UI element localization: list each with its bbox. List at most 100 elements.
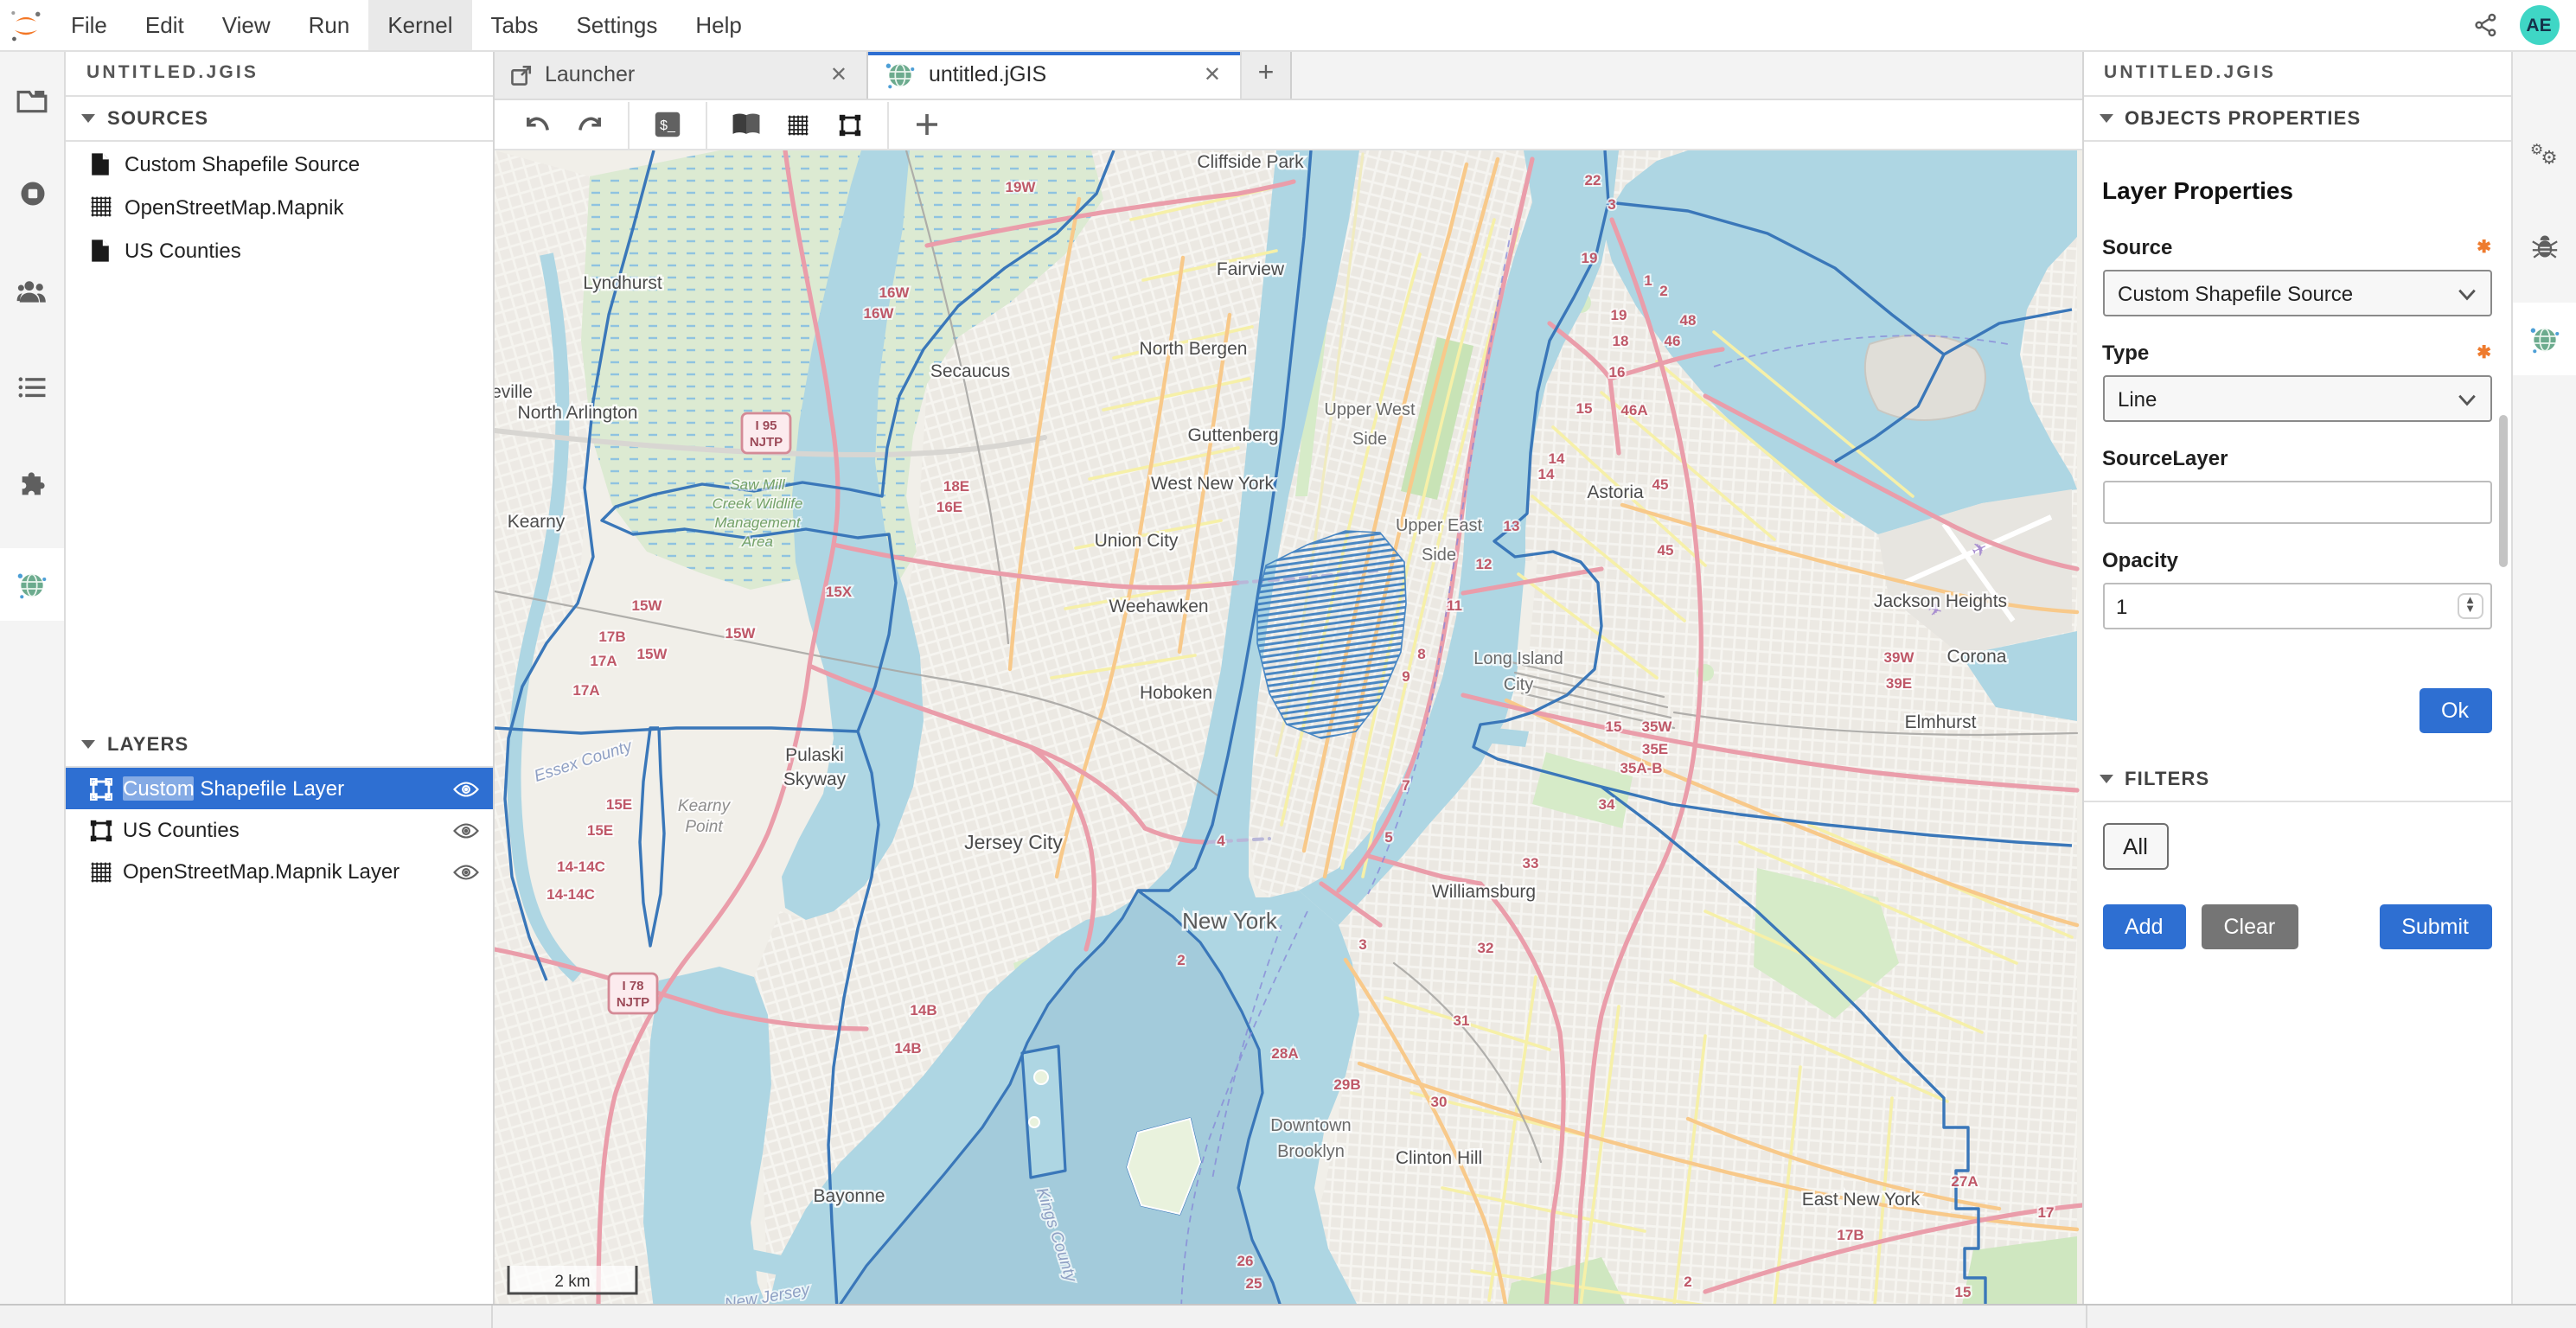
map-route-shield: 15E xyxy=(606,796,632,813)
sidebar-tab-running-sessions[interactable] xyxy=(0,157,64,230)
source-item[interactable]: Custom Shapefile Source xyxy=(66,142,493,185)
chevron-down-icon xyxy=(81,740,95,749)
visibility-eye-icon[interactable] xyxy=(453,862,479,881)
menu-item-run[interactable]: Run xyxy=(290,0,369,50)
objects-properties-header[interactable]: OBJECTS PROPERTIES xyxy=(2083,97,2510,142)
source-item[interactable]: OpenStreetMap.Mapnik xyxy=(66,185,493,228)
map-route-shield: 18E xyxy=(943,478,969,495)
map-route-shield: 15 xyxy=(1606,718,1622,735)
sidebar-tab-table-of-contents[interactable] xyxy=(0,351,64,424)
map-place-label: Elmhurst xyxy=(1905,712,1977,732)
svg-text:$_: $_ xyxy=(660,118,676,133)
right-panel-title: UNTITLED.JGIS xyxy=(2083,50,2510,97)
add-filter-button[interactable]: Add xyxy=(2102,904,2186,949)
map-route-shield: 17A xyxy=(590,653,617,669)
submit-filters-button[interactable]: Submit xyxy=(2379,904,2491,949)
jupyter-logo-icon xyxy=(0,6,52,44)
source-field-label: Source ✱ xyxy=(2102,235,2491,259)
layer-item[interactable]: OpenStreetMap.Mapnik Layer xyxy=(66,851,493,892)
sidebar-tab-property-inspector[interactable]: ⚙⚙ xyxy=(2512,116,2576,188)
sourcelayer-input[interactable] xyxy=(2102,481,2491,524)
ok-button[interactable]: Ok xyxy=(2419,688,2491,733)
chevron-down-icon xyxy=(2099,114,2113,123)
map-place-label: Secaucus xyxy=(930,361,1010,381)
basemap-button[interactable] xyxy=(723,104,768,145)
dock-tab-untitled-jgis[interactable]: untitled.jGIS✕ xyxy=(868,50,1242,99)
add-layer-button[interactable] xyxy=(904,104,949,145)
chevron-down-icon xyxy=(2457,386,2476,411)
map-route-shield: 11 xyxy=(1447,597,1462,614)
sidebar-tab-jupytergis-panel[interactable] xyxy=(0,548,64,621)
filters-section-header[interactable]: FILTERS xyxy=(2083,757,2510,802)
map-place-label: Union City xyxy=(1095,531,1179,551)
type-select[interactable]: Line xyxy=(2102,375,2491,422)
opacity-stepper[interactable]: 1 ▲▼ xyxy=(2102,583,2491,629)
dock-tab-launcher[interactable]: Launcher✕ xyxy=(495,50,868,99)
undo-button[interactable] xyxy=(515,104,560,145)
sidebar-tab-extension-manager[interactable] xyxy=(0,448,64,520)
user-avatar[interactable]: AE xyxy=(2519,5,2559,45)
share-icon[interactable] xyxy=(2472,12,2498,38)
type-field-label: Type ✱ xyxy=(2102,341,2491,365)
map-place-label: Side xyxy=(1422,546,1456,565)
map-place-label: Long Island xyxy=(1473,649,1563,668)
redo-button[interactable] xyxy=(567,104,612,145)
map-place-label: City xyxy=(1504,675,1533,694)
map-route-shield: 16W xyxy=(864,305,895,322)
menu-item-edit[interactable]: Edit xyxy=(126,0,203,50)
svg-text:I 95: I 95 xyxy=(755,418,777,433)
dock-tab-bar: Launcher✕untitled.jGIS✕+ xyxy=(495,50,2081,100)
sidebar-tab-debugger[interactable] xyxy=(2512,209,2576,282)
layer-item[interactable]: US Counties xyxy=(66,809,493,851)
vector-layer-button[interactable] xyxy=(827,104,872,145)
stepper-arrows-icon[interactable]: ▲▼ xyxy=(2458,593,2483,619)
map-place-label: North Arlington xyxy=(518,403,638,423)
sidebar-tab-file-browser[interactable] xyxy=(0,64,64,137)
close-tab-icon[interactable]: ✕ xyxy=(1200,62,1224,86)
console-button[interactable]: $_ xyxy=(645,104,690,145)
map-route-shield: 28A xyxy=(1271,1045,1298,1062)
map-place-label: East New York xyxy=(1802,1190,1921,1210)
map-route-shield: 17B xyxy=(598,629,625,645)
map-route-shield: 15X xyxy=(826,584,853,600)
filter-logical-op-select[interactable]: All xyxy=(2102,823,2169,870)
map-route-shield: 46A xyxy=(1620,402,1647,418)
map-route-shield: 32 xyxy=(1478,940,1494,956)
map-route-shield: 39E xyxy=(1886,675,1912,692)
map-route-shield: 35E xyxy=(1642,741,1668,757)
menu-item-file[interactable]: File xyxy=(52,0,126,50)
gears-icon: ⚙⚙ xyxy=(2528,137,2560,167)
visibility-eye-icon[interactable] xyxy=(453,779,479,798)
menu-item-help[interactable]: Help xyxy=(676,0,761,50)
right-panel: UNTITLED.JGIS OBJECTS PROPERTIES Layer P… xyxy=(2081,50,2510,1306)
sources-section-header[interactable]: SOURCES xyxy=(66,97,493,142)
sidebar-tab-jupytergis-panel[interactable] xyxy=(2512,303,2576,375)
menu-item-kernel[interactable]: Kernel xyxy=(368,0,471,50)
svg-text:⚙: ⚙ xyxy=(2540,145,2556,167)
openstreetmap-view[interactable]: ✈ ✈ xyxy=(495,150,2081,1306)
clear-filters-button[interactable]: Clear xyxy=(2202,904,2298,949)
grid-icon xyxy=(88,860,112,883)
raster-layer-button[interactable] xyxy=(775,104,820,145)
map-place-label: Williamsburg xyxy=(1432,882,1536,902)
menu-item-view[interactable]: View xyxy=(203,0,290,50)
map-route-shield: 25 xyxy=(1246,1275,1262,1292)
map-canvas[interactable]: ✈ ✈ xyxy=(495,150,2081,1306)
menu-item-settings[interactable]: Settings xyxy=(557,0,676,50)
map-route-shield: 17 xyxy=(2038,1204,2055,1221)
map-route-shield: 15W xyxy=(637,646,668,662)
map-route-shield: 15 xyxy=(1576,400,1593,417)
layers-section-header[interactable]: LAYERS xyxy=(66,723,493,768)
panel-scrollbar-thumb[interactable] xyxy=(2498,415,2507,567)
visibility-eye-icon[interactable] xyxy=(453,820,479,840)
sourcelayer-field-label: SourceLayer xyxy=(2102,446,2491,470)
layer-item[interactable]: Custom Shapefile Layer xyxy=(66,768,493,809)
source-select[interactable]: Custom Shapefile Source xyxy=(2102,270,2491,316)
source-item[interactable]: US Counties xyxy=(66,228,493,271)
map-place-label: Weehawken xyxy=(1109,597,1208,616)
close-tab-icon[interactable]: ✕ xyxy=(827,62,851,86)
map-route-shield: 35W xyxy=(1642,718,1673,735)
new-tab-button[interactable]: + xyxy=(1242,50,1292,99)
menu-item-tabs[interactable]: Tabs xyxy=(472,0,558,50)
sidebar-tab-collaboration[interactable] xyxy=(0,254,64,327)
